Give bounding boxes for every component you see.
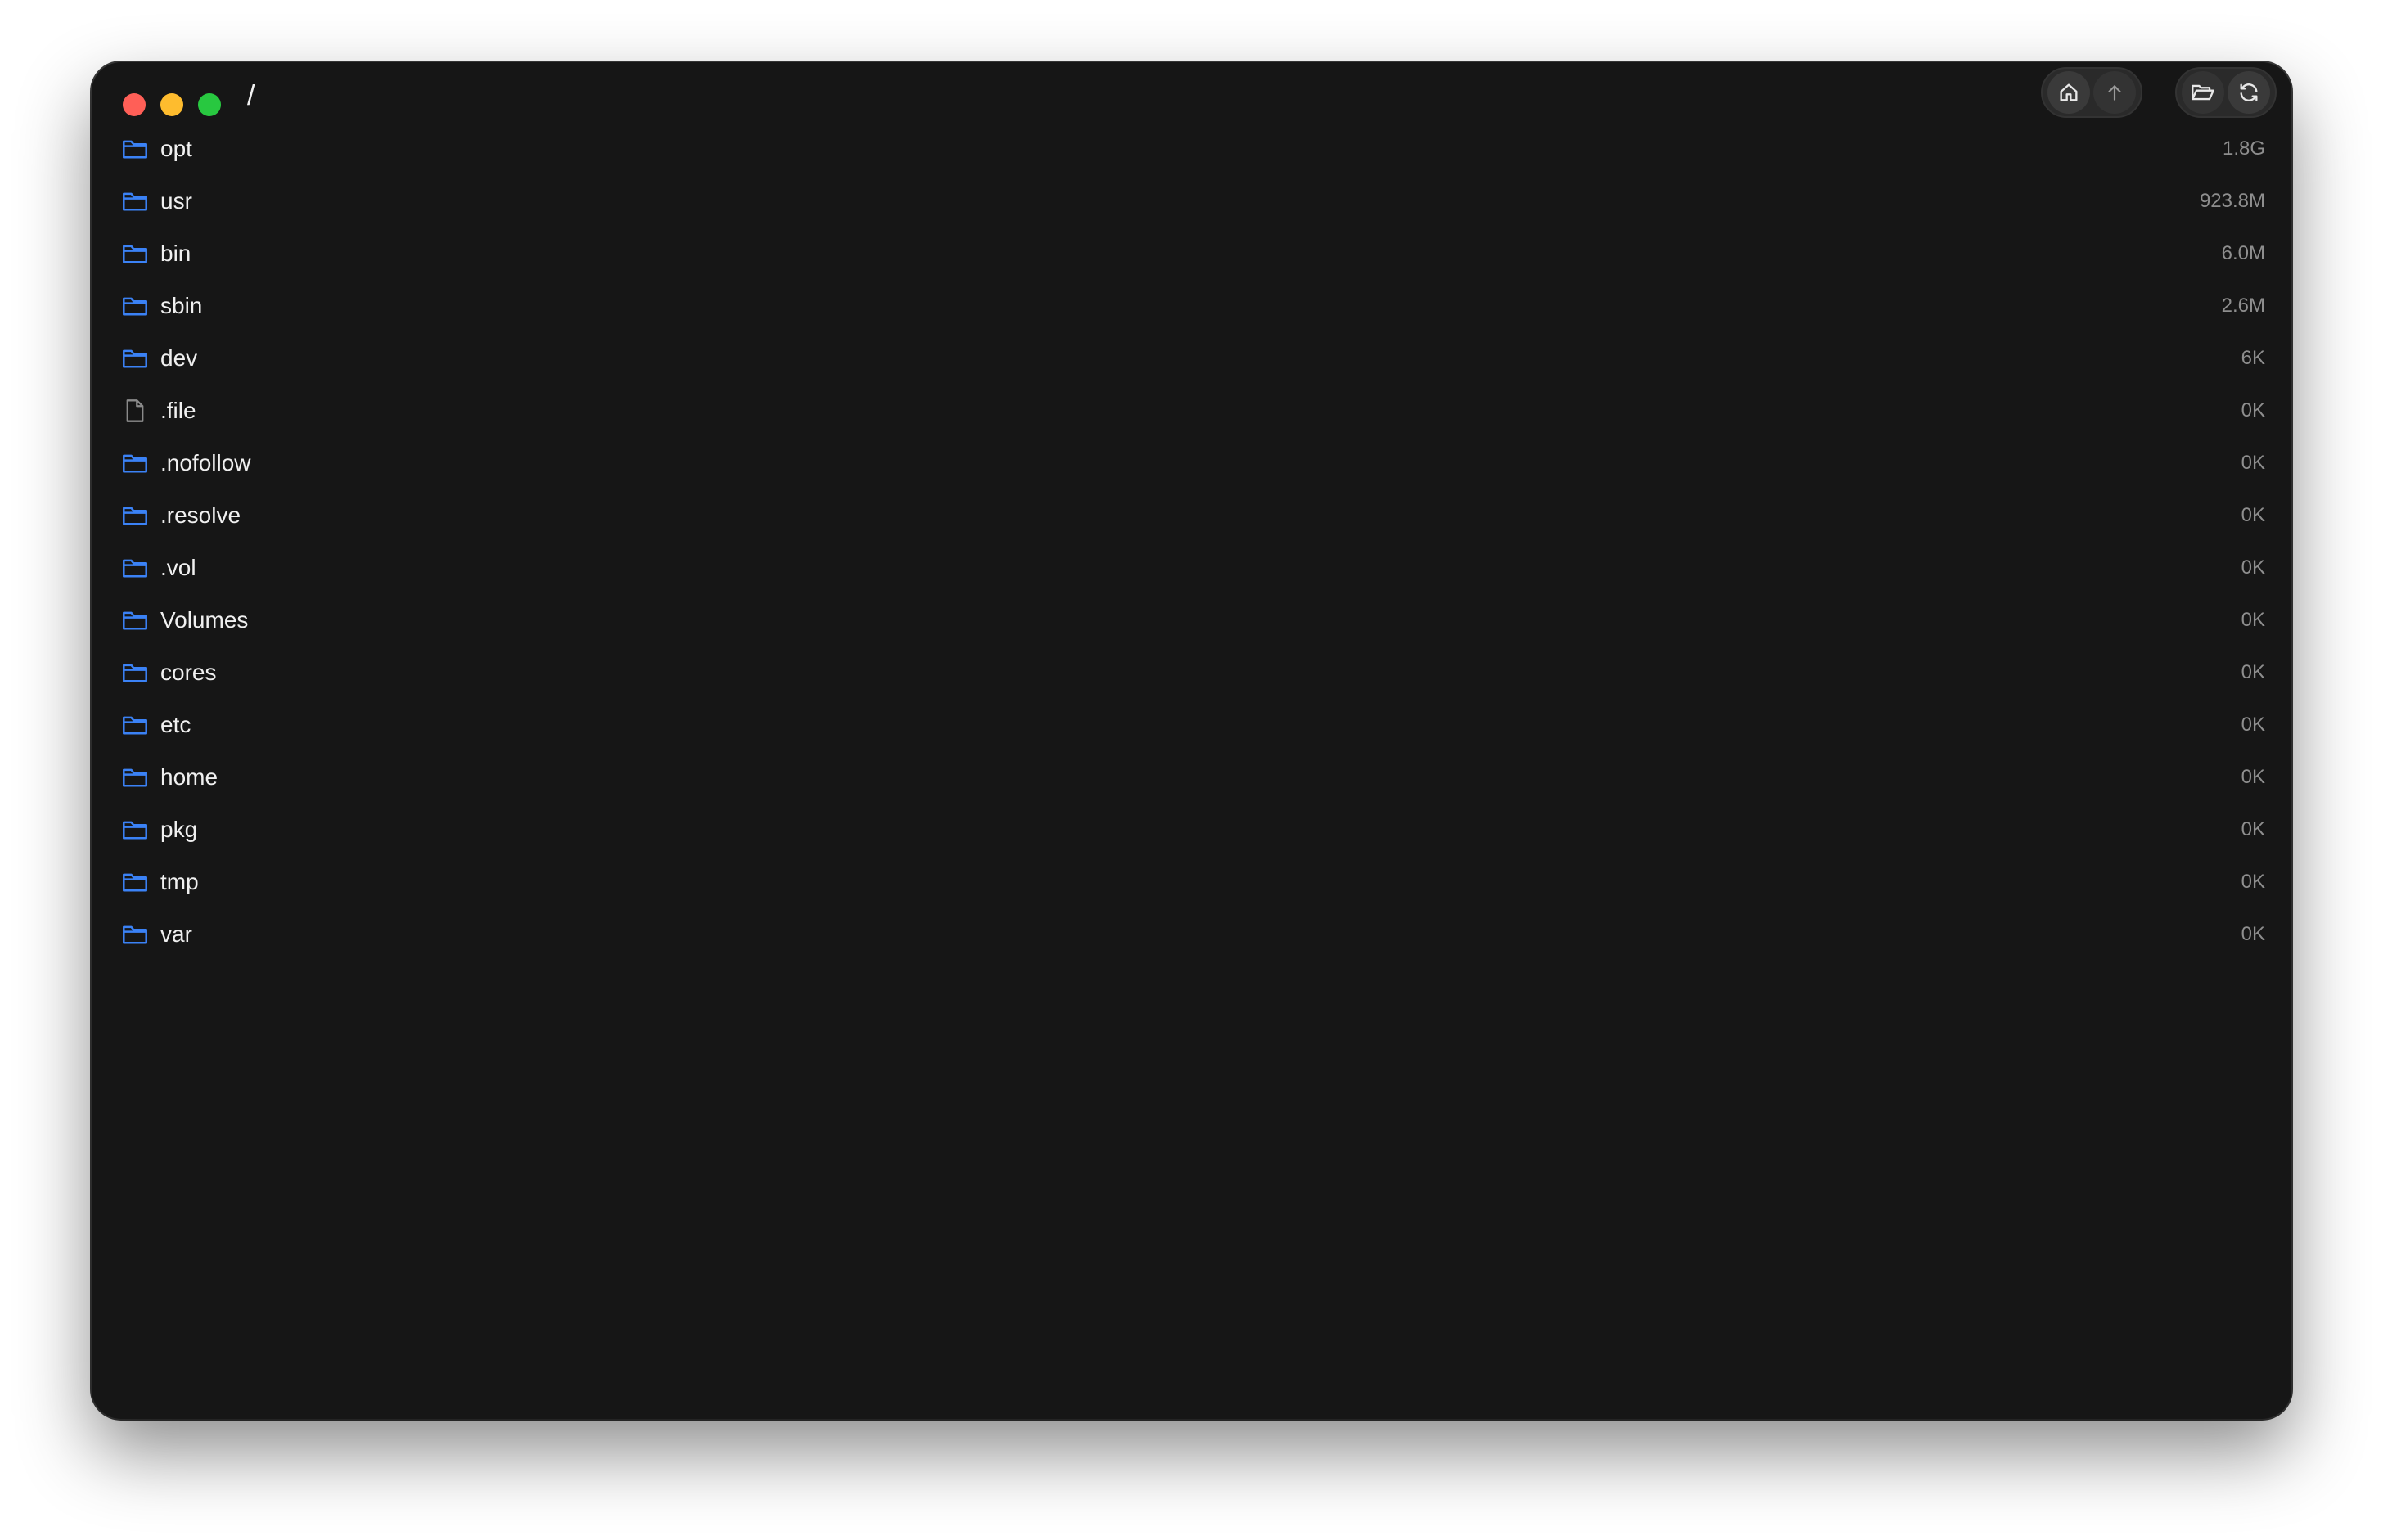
folder-open-icon — [2192, 84, 2214, 101]
folder-icon — [121, 763, 149, 791]
folder-icon — [121, 135, 149, 163]
entry-name: .vol — [160, 555, 196, 580]
list-item[interactable]: .file 0K — [121, 385, 2265, 437]
list-item[interactable]: .resolve 0K — [121, 489, 2265, 542]
current-path: / — [247, 80, 255, 111]
entry-name: .nofollow — [160, 450, 251, 475]
file-browser-window: / opt 1.8G usr 923.8M bin 6.0M sbin 2.6M… — [92, 62, 2291, 1419]
entry-name: sbin — [160, 293, 203, 318]
entry-size: 0K — [2241, 609, 2265, 631]
refresh-icon — [2240, 83, 2258, 101]
open-folder-button[interactable] — [2182, 71, 2224, 114]
navigation-group — [2041, 67, 2142, 118]
list-item[interactable]: cores 0K — [121, 646, 2265, 699]
home-button[interactable] — [2047, 71, 2090, 114]
entry-size: 0K — [2241, 452, 2265, 474]
list-item[interactable]: .nofollow 0K — [121, 437, 2265, 489]
folder-icon — [121, 921, 149, 948]
list-item[interactable]: var 0K — [121, 908, 2265, 961]
folder-icon — [121, 659, 149, 687]
entry-size: 0K — [2241, 818, 2265, 840]
tools-group — [2175, 67, 2277, 118]
folder-icon — [121, 502, 149, 529]
entry-name: tmp — [160, 869, 199, 894]
entry-name: dev — [160, 345, 198, 371]
entry-name: etc — [160, 712, 191, 737]
entry-size: 1.8G — [2222, 137, 2265, 160]
list-item[interactable]: pkg 0K — [121, 804, 2265, 856]
list-item[interactable]: bin 6.0M — [121, 227, 2265, 280]
list-item[interactable]: dev 6K — [121, 332, 2265, 385]
folder-icon — [121, 240, 149, 268]
entry-name: usr — [160, 188, 192, 214]
up-button[interactable] — [2093, 71, 2136, 114]
entry-size: 0K — [2241, 714, 2265, 736]
home-icon — [2060, 83, 2078, 101]
entry-name: opt — [160, 136, 192, 161]
entry-size: 0K — [2241, 556, 2265, 579]
close-button[interactable] — [123, 93, 146, 116]
entry-size: 2.6M — [2221, 295, 2265, 317]
list-item[interactable]: .vol 0K — [121, 542, 2265, 594]
entry-size: 923.8M — [2199, 190, 2265, 212]
file-icon — [121, 397, 149, 425]
list-item[interactable]: etc 0K — [121, 699, 2265, 751]
entry-name: home — [160, 764, 218, 790]
entry-size: 0K — [2241, 871, 2265, 893]
list-item[interactable]: sbin 2.6M — [121, 280, 2265, 332]
list-item[interactable]: Volumes 0K — [121, 594, 2265, 646]
folder-icon — [121, 606, 149, 634]
folder-icon — [121, 554, 149, 582]
arrow-up-icon — [2108, 84, 2121, 101]
entry-size: 0K — [2241, 766, 2265, 788]
refresh-button[interactable] — [2228, 71, 2270, 114]
entry-size: 6K — [2241, 347, 2265, 369]
list-item[interactable]: tmp 0K — [121, 856, 2265, 908]
file-list: opt 1.8G usr 923.8M bin 6.0M sbin 2.6M d… — [121, 123, 2265, 961]
entry-name: .file — [160, 398, 196, 423]
entry-name: cores — [160, 660, 217, 685]
entry-name: .resolve — [160, 502, 241, 528]
entry-size: 0K — [2241, 399, 2265, 421]
folder-icon — [121, 344, 149, 372]
folder-icon — [121, 711, 149, 739]
list-item[interactable]: opt 1.8G — [121, 123, 2265, 175]
entry-size: 0K — [2241, 504, 2265, 526]
entry-name: pkg — [160, 817, 198, 842]
list-item[interactable]: home 0K — [121, 751, 2265, 804]
entry-size: 0K — [2241, 923, 2265, 945]
entry-name: var — [160, 921, 192, 947]
entry-name: bin — [160, 241, 191, 266]
list-item[interactable]: usr 923.8M — [121, 175, 2265, 227]
folder-icon — [121, 292, 149, 320]
entry-size: 0K — [2241, 661, 2265, 683]
folder-icon — [121, 868, 149, 896]
entry-size: 6.0M — [2221, 242, 2265, 264]
zoom-button[interactable] — [198, 93, 221, 116]
minimize-button[interactable] — [160, 93, 183, 116]
traffic-lights — [123, 93, 221, 116]
folder-icon — [121, 816, 149, 844]
folder-icon — [121, 187, 149, 215]
folder-icon — [121, 449, 149, 477]
entry-name: Volumes — [160, 607, 249, 633]
